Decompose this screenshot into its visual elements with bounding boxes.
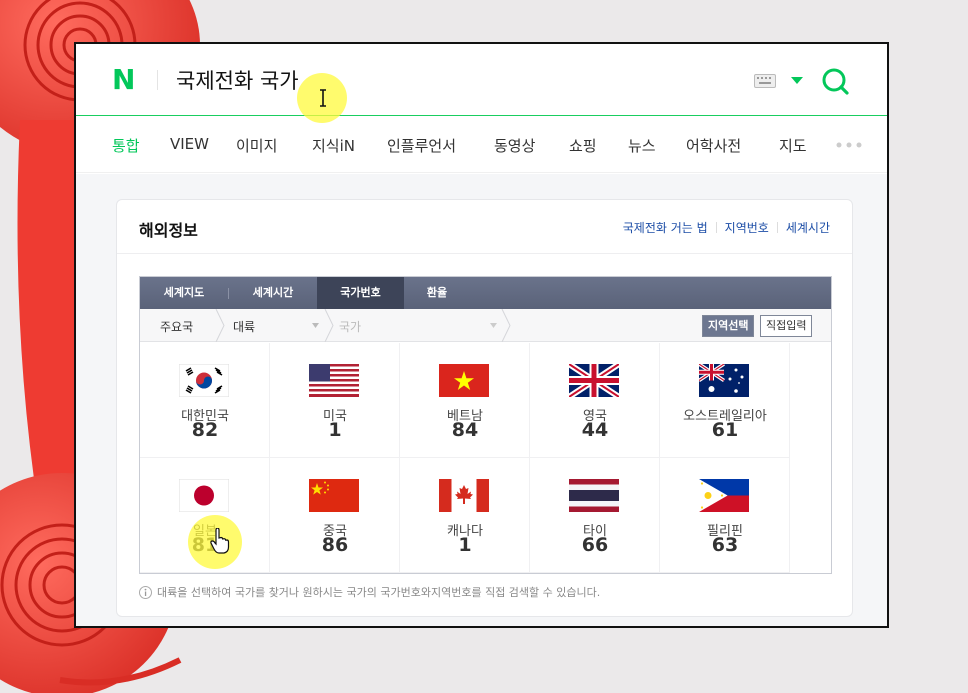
country-code-widget: 세계지도 세계시간 국가번호 환율 주요국 대륙 국가 지역선택 직접입력 대한… bbox=[139, 276, 832, 574]
card-divider bbox=[117, 253, 852, 254]
canada-flag-icon bbox=[439, 479, 489, 512]
major-countries-filter[interactable]: 주요국 bbox=[160, 318, 193, 335]
country-code: 61 bbox=[711, 419, 739, 441]
tab-exchange-rate[interactable]: 환율 bbox=[404, 277, 470, 309]
country-code: 86 bbox=[321, 534, 349, 556]
link-divider bbox=[776, 222, 778, 233]
tab-image[interactable]: 이미지 bbox=[236, 135, 277, 156]
japan-flag-icon bbox=[179, 479, 229, 512]
korea-flag-icon bbox=[179, 364, 229, 397]
text-cursor-icon bbox=[320, 89, 326, 107]
breadcrumb-separator-icon bbox=[215, 309, 225, 342]
country-code: 82 bbox=[191, 419, 219, 441]
country-item-korea[interactable]: 대한민국 82 bbox=[140, 343, 270, 458]
breadcrumb-separator-icon bbox=[324, 309, 334, 342]
card-links: 국제전화 거는 법 지역번호 세계시간 bbox=[623, 219, 830, 236]
country-item-uk[interactable]: 영국 44 bbox=[530, 343, 660, 458]
tab-news[interactable]: 뉴스 bbox=[628, 135, 656, 156]
tab-dictionary[interactable]: 어학사전 bbox=[686, 135, 741, 156]
tab-view[interactable]: VIEW bbox=[170, 135, 209, 153]
tab-map[interactable]: 지도 bbox=[779, 135, 807, 156]
link-divider bbox=[715, 222, 717, 233]
australia-flag-icon bbox=[699, 364, 749, 397]
thailand-flag-icon bbox=[569, 479, 619, 512]
country-item-australia[interactable]: 오스트레일리아 61 bbox=[660, 343, 790, 458]
direct-input-button[interactable]: 직접입력 bbox=[760, 315, 813, 337]
country-item-thailand[interactable]: 타이 66 bbox=[530, 458, 660, 573]
country-code: 1 bbox=[328, 419, 342, 441]
continent-select[interactable]: 대륙 bbox=[233, 318, 255, 335]
country-item-usa[interactable]: 미국 1 bbox=[270, 343, 400, 458]
naver-logo[interactable]: N bbox=[112, 66, 135, 94]
tab-world-time[interactable]: 세계시간 bbox=[229, 277, 317, 309]
country-item-china[interactable]: 중국 86 bbox=[270, 458, 400, 573]
country-code: 1 bbox=[458, 534, 472, 556]
tab-country-code[interactable]: 국가번호 bbox=[317, 277, 404, 309]
info-icon bbox=[139, 586, 152, 599]
tab-video[interactable]: 동영상 bbox=[494, 135, 535, 156]
country-code: 63 bbox=[711, 534, 739, 556]
country-item-philippines[interactable]: 필리핀 63 bbox=[660, 458, 790, 573]
help-note-text: 대륙을 선택하여 국가를 찾거나 원하시는 국가의 국가번호와지역번호를 직접 … bbox=[157, 586, 601, 599]
search-icon[interactable] bbox=[820, 66, 850, 96]
usa-flag-icon bbox=[309, 364, 359, 397]
hand-pointer-icon bbox=[210, 528, 230, 554]
tab-integrated[interactable]: 통합 bbox=[112, 135, 140, 156]
more-icon[interactable] bbox=[836, 142, 862, 148]
china-flag-icon bbox=[309, 479, 359, 512]
keyboard-icon[interactable] bbox=[754, 74, 776, 88]
chevron-down-icon[interactable] bbox=[312, 323, 319, 328]
widget-tabs: 세계지도 세계시간 국가번호 환율 bbox=[140, 277, 831, 309]
chevron-down-icon[interactable] bbox=[490, 323, 497, 328]
browser-window: N 통합 VIEW 이미지 지식iN 인플루언서 동영상 쇼핑 뉴스 어학사전 … bbox=[74, 42, 889, 628]
search-input[interactable] bbox=[176, 64, 736, 96]
card-title: 해외정보 bbox=[139, 221, 198, 240]
world-time-link[interactable]: 세계시간 bbox=[786, 221, 830, 235]
country-select[interactable]: 국가 bbox=[339, 318, 361, 335]
country-item-vietnam[interactable]: 베트남 84 bbox=[400, 343, 530, 458]
tab-world-map[interactable]: 세계지도 bbox=[140, 277, 228, 309]
philippines-flag-icon bbox=[699, 479, 749, 512]
international-call-guide-link[interactable]: 국제전화 거는 법 bbox=[623, 221, 708, 235]
search-bar: N bbox=[76, 44, 887, 116]
chevron-down-icon[interactable] bbox=[791, 77, 803, 85]
breadcrumb-separator-icon bbox=[501, 309, 511, 342]
tab-knowledge[interactable]: 지식iN bbox=[312, 135, 355, 156]
tab-influencer[interactable]: 인플루언서 bbox=[387, 135, 456, 156]
country-item-canada[interactable]: 캐나다 1 bbox=[400, 458, 530, 573]
country-code: 44 bbox=[581, 419, 609, 441]
country-code: 84 bbox=[451, 419, 479, 441]
region-select-button[interactable]: 지역선택 bbox=[702, 315, 755, 337]
area-code-link[interactable]: 지역번호 bbox=[725, 221, 769, 235]
help-note: 대륙을 선택하여 국가를 찾거나 원하시는 국가의 국가번호와지역번호를 직접 … bbox=[139, 584, 600, 600]
filter-row: 주요국 대륙 국가 지역선택 직접입력 bbox=[140, 309, 831, 342]
country-code: 66 bbox=[581, 534, 609, 556]
search-tabs: 통합 VIEW 이미지 지식iN 인플루언서 동영상 쇼핑 뉴스 어학사전 지도 bbox=[76, 117, 887, 173]
search-divider bbox=[157, 70, 158, 90]
vietnam-flag-icon bbox=[439, 364, 489, 397]
uk-flag-icon bbox=[569, 364, 619, 397]
tab-shopping[interactable]: 쇼핑 bbox=[569, 135, 597, 156]
